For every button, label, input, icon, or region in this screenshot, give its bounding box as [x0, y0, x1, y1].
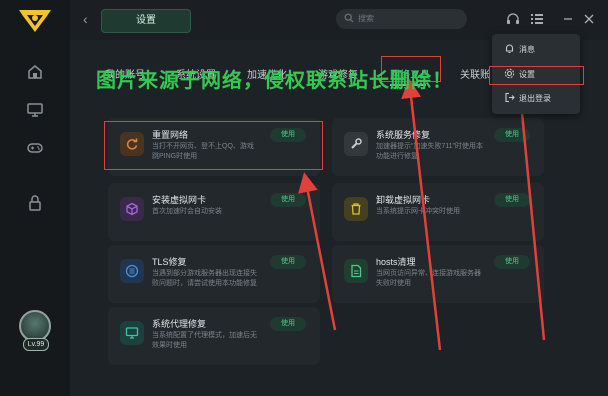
arrow-to-card: [298, 172, 337, 331]
menu-item-messages[interactable]: 消息: [492, 38, 580, 60]
menu-item-label: 消息: [519, 45, 535, 54]
logout-icon: [505, 92, 515, 103]
menu-item-logout[interactable]: 退出登录: [492, 87, 580, 109]
bell-icon: [505, 44, 514, 54]
menu-highlight-box: [489, 66, 584, 85]
watermark-text: 图片来源于网络，侵权联系站长删除！: [96, 70, 453, 92]
arrow-to-settings: [511, 82, 546, 341]
arrow-to-tab: [401, 78, 442, 351]
menu-item-label: 退出登录: [519, 94, 551, 103]
